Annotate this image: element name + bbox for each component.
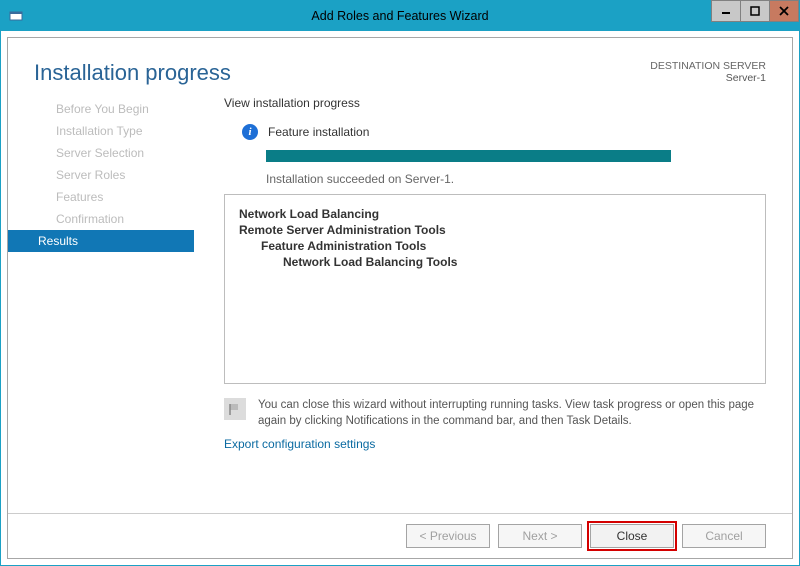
- nav-confirmation: Confirmation: [8, 208, 194, 230]
- status-row: i Feature installation: [224, 124, 766, 140]
- result-item: Remote Server Administration Tools: [239, 223, 751, 237]
- destination-server: DESTINATION SERVER Server-1: [650, 60, 766, 86]
- close-window-button[interactable]: [769, 0, 799, 22]
- cancel-button: Cancel: [682, 524, 766, 548]
- destination-value: Server-1: [650, 72, 766, 84]
- minimize-button[interactable]: [711, 0, 741, 22]
- subhead: View installation progress: [224, 96, 766, 110]
- body: Before You Begin Installation Type Serve…: [8, 96, 792, 513]
- hint-text: You can close this wizard without interr…: [258, 398, 766, 429]
- client-area: Installation progress DESTINATION SERVER…: [7, 37, 793, 559]
- nav-results[interactable]: Results: [8, 230, 194, 252]
- next-button: Next >: [498, 524, 582, 548]
- main: View installation progress i Feature ins…: [194, 96, 766, 513]
- destination-label: DESTINATION SERVER: [650, 60, 766, 72]
- export-link[interactable]: Export configuration settings: [224, 437, 766, 451]
- footer: < Previous Next > Close Cancel: [8, 513, 792, 558]
- status-text: Feature installation: [268, 125, 369, 139]
- progress-bar: [266, 150, 671, 162]
- hint: You can close this wizard without interr…: [224, 398, 766, 429]
- nav-installation-type: Installation Type: [8, 120, 194, 142]
- window-title: Add Roles and Features Wizard: [1, 9, 799, 23]
- result-item: Feature Administration Tools: [261, 239, 751, 253]
- nav-features: Features: [8, 186, 194, 208]
- system-icon: [7, 7, 25, 25]
- nav: Before You Begin Installation Type Serve…: [8, 96, 194, 513]
- titlebar[interactable]: Add Roles and Features Wizard: [1, 1, 799, 31]
- nav-server-roles: Server Roles: [8, 164, 194, 186]
- nav-before-you-begin: Before You Begin: [8, 98, 194, 120]
- result-item: Network Load Balancing Tools: [283, 255, 751, 269]
- close-button[interactable]: Close: [590, 524, 674, 548]
- wizard-window: Add Roles and Features Wizard Installati…: [0, 0, 800, 566]
- window-buttons: [712, 0, 799, 22]
- results-box[interactable]: Network Load Balancing Remote Server Adm…: [224, 194, 766, 384]
- flag-icon: [224, 398, 246, 420]
- succeeded-text: Installation succeeded on Server-1.: [266, 172, 766, 186]
- info-icon: i: [242, 124, 258, 140]
- header: Installation progress DESTINATION SERVER…: [8, 38, 792, 96]
- page-title: Installation progress: [34, 60, 231, 86]
- maximize-button[interactable]: [740, 0, 770, 22]
- result-item: Network Load Balancing: [239, 207, 751, 221]
- previous-button: < Previous: [406, 524, 490, 548]
- nav-server-selection: Server Selection: [8, 142, 194, 164]
